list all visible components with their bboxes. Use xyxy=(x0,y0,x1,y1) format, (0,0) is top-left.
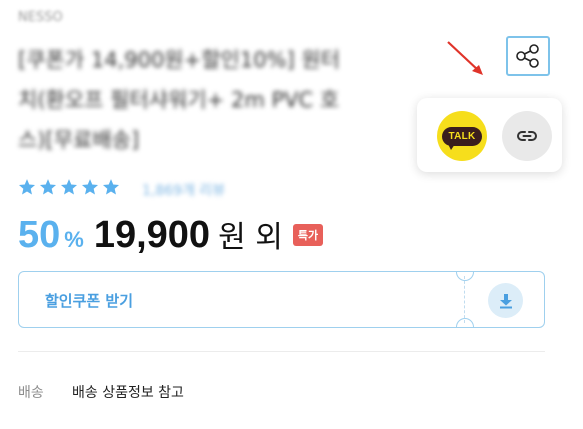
link-icon xyxy=(517,131,537,141)
section-divider xyxy=(18,351,545,352)
kakaotalk-label: TALK xyxy=(448,130,476,142)
product-title-line: 치(환오프 필터샤워기+ 2m PVC 호 xyxy=(18,88,340,112)
coupon-download-button[interactable]: 할인쿠폰 받기 xyxy=(18,271,545,328)
share-popup: TALK xyxy=(417,98,562,172)
sale-price: 19,900 xyxy=(93,214,211,256)
annotation-arrow xyxy=(447,41,483,75)
download-icon xyxy=(499,293,512,308)
kakaotalk-icon: TALK xyxy=(442,126,482,150)
star-icon xyxy=(39,179,57,195)
download-icon-button[interactable] xyxy=(488,283,523,318)
product-title: [쿠폰가 14,900원+할인10%] 원터 치(환오프 필터샤워기+ 2m P… xyxy=(18,40,423,160)
special-deal-badge: 특가 xyxy=(292,224,324,246)
star-icon xyxy=(60,179,78,195)
shipping-label: 배송 xyxy=(18,385,44,401)
star-icon xyxy=(102,179,120,195)
discount-percent: 50 xyxy=(18,214,61,256)
star-icon xyxy=(81,179,99,195)
copy-link-button[interactable] xyxy=(502,111,552,161)
star-icon xyxy=(18,179,36,195)
coupon-divider xyxy=(464,276,465,323)
share-button[interactable] xyxy=(506,36,550,76)
discount-percent-symbol: % xyxy=(64,227,84,252)
share-icon xyxy=(516,44,539,68)
product-title-line: [쿠폰가 14,900원+할인10%] 원터 xyxy=(18,48,341,72)
coupon-notch xyxy=(456,318,474,327)
coupon-notch xyxy=(456,272,474,281)
review-count-link[interactable]: 1,869개 리뷰 xyxy=(142,180,225,200)
shipping-value: 배송 상품정보 참고 xyxy=(72,385,184,401)
price-suffix: 원 외 xyxy=(218,220,283,255)
product-title-line: 스)[무료배송] xyxy=(18,128,140,152)
coupon-label: 할인쿠폰 받기 xyxy=(45,292,134,310)
price-row: 50 % 19,900 원 외 특가 xyxy=(18,212,324,260)
brand-name[interactable]: NESSO xyxy=(18,10,63,25)
kakaotalk-share-button[interactable]: TALK xyxy=(437,111,487,161)
star-rating xyxy=(18,178,120,196)
